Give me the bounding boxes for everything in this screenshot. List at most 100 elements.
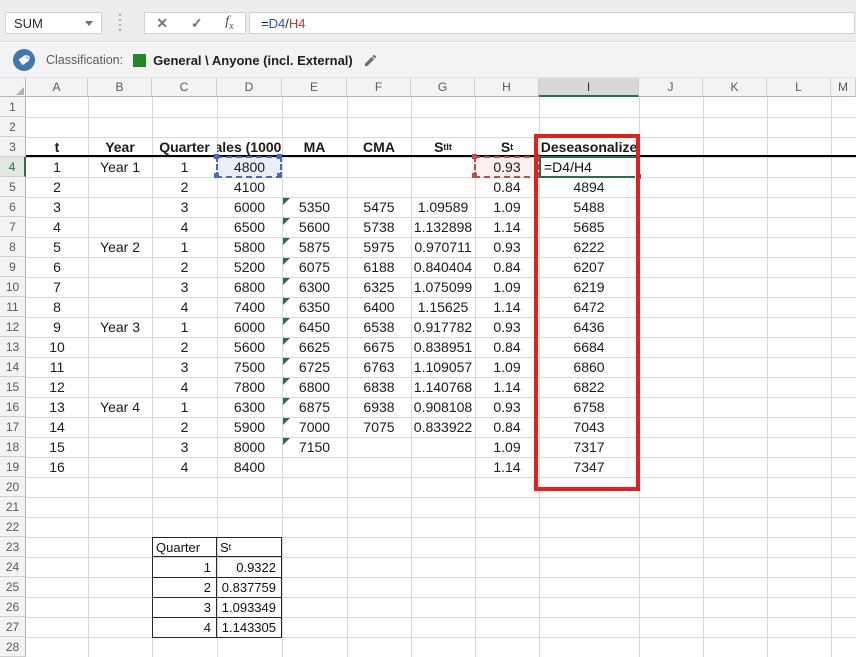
header-cell-t[interactable]: t [26,137,88,157]
cell-G16[interactable]: 0.908108 [411,397,475,417]
cell-F6[interactable]: 5475 [347,197,411,217]
header-cell-stit[interactable]: StIt [411,137,475,157]
row-header-19[interactable]: 19 [0,457,26,477]
row-header-21[interactable]: 21 [0,497,26,517]
cell-B8[interactable]: Year 2 [88,237,152,257]
row-header-17[interactable]: 17 [0,417,26,437]
seasonal-cell-C26[interactable]: 3 [152,597,217,618]
cell-D12[interactable]: 6000 [217,317,282,337]
cell-H13[interactable]: 0.84 [475,337,539,357]
cell-A7[interactable]: 4 [26,217,88,237]
cell-G8[interactable]: 0.970711 [411,237,475,257]
cell-C17[interactable]: 2 [152,417,217,437]
row-header-8[interactable]: 8 [0,237,26,257]
cell-G15[interactable]: 1.140768 [411,377,475,397]
cell-D18[interactable]: 8000 [217,437,282,457]
cell-A8[interactable]: 5 [26,237,88,257]
cell-C6[interactable]: 3 [152,197,217,217]
row-header-3[interactable]: 3 [0,137,26,157]
row-header-22[interactable]: 22 [0,517,26,537]
seasonal-cell-D24[interactable]: 0.9322 [217,557,282,578]
row-header-7[interactable]: 7 [0,217,26,237]
row-header-4[interactable]: 4 [0,157,26,177]
cell-A12[interactable]: 9 [26,317,88,337]
cell-H6[interactable]: 1.09 [475,197,539,217]
row-header-5[interactable]: 5 [0,177,26,197]
column-header-F[interactable]: F [347,78,411,97]
cell-E16[interactable]: 6875 [282,397,347,417]
cell-C8[interactable]: 1 [152,237,217,257]
seasonal-cell-D27[interactable]: 1.143305 [217,617,282,638]
cell-G7[interactable]: 1.132898 [411,217,475,237]
row-header-25[interactable]: 25 [0,577,26,597]
cell-G6[interactable]: 1.09589 [411,197,475,217]
h4-reference-handle[interactable] [472,154,477,159]
cell-D11[interactable]: 7400 [217,297,282,317]
cell-D15[interactable]: 7800 [217,377,282,397]
cell-A19[interactable]: 16 [26,457,88,477]
cell-C18[interactable]: 3 [152,437,217,457]
cell-H12[interactable]: 0.93 [475,317,539,337]
edit-classification-icon[interactable] [363,53,378,68]
cell-H10[interactable]: 1.09 [475,277,539,297]
cell-B16[interactable]: Year 4 [88,397,152,417]
cell-H5[interactable]: 0.84 [475,177,539,197]
cell-G9[interactable]: 0.840404 [411,257,475,277]
row-header-15[interactable]: 15 [0,377,26,397]
cell-A4[interactable]: 1 [26,157,88,177]
row-header-1[interactable]: 1 [0,97,26,117]
cell-A15[interactable]: 12 [26,377,88,397]
cell-H16[interactable]: 0.93 [475,397,539,417]
row-header-18[interactable]: 18 [0,437,26,457]
cell-B12[interactable]: Year 3 [88,317,152,337]
cell-C13[interactable]: 2 [152,337,217,357]
cell-H8[interactable]: 0.93 [475,237,539,257]
row-header-28[interactable]: 28 [0,637,26,657]
cell-E13[interactable]: 6625 [282,337,347,357]
column-header-E[interactable]: E [282,78,347,97]
header-cell-st[interactable]: St [475,137,539,157]
cell-B4[interactable]: Year 1 [88,157,152,177]
cell-C14[interactable]: 3 [152,357,217,377]
cell-F15[interactable]: 6838 [347,377,411,397]
cell-F12[interactable]: 6538 [347,317,411,337]
cell-C5[interactable]: 2 [152,177,217,197]
cell-F9[interactable]: 6188 [347,257,411,277]
cell-C7[interactable]: 4 [152,217,217,237]
row-header-2[interactable]: 2 [0,117,26,137]
row-header-26[interactable]: 26 [0,597,26,617]
cell-F7[interactable]: 5738 [347,217,411,237]
cell-C9[interactable]: 2 [152,257,217,277]
column-header-H[interactable]: H [475,78,539,97]
insert-function-icon[interactable]: fx [225,15,233,32]
cell-H15[interactable]: 1.14 [475,377,539,397]
cell-A11[interactable]: 8 [26,297,88,317]
cell-F17[interactable]: 7075 [347,417,411,437]
cell-G11[interactable]: 1.15625 [411,297,475,317]
cancel-icon[interactable]: ✕ [156,16,168,30]
cell-C10[interactable]: 3 [152,277,217,297]
d4-reference-handle[interactable] [277,173,282,178]
seasonal-cell-C25[interactable]: 2 [152,577,217,598]
cell-D8[interactable]: 5800 [217,237,282,257]
cell-E6[interactable]: 5350 [282,197,347,217]
enter-icon[interactable]: ✓ [191,16,203,30]
row-header-20[interactable]: 20 [0,477,26,497]
cell-A6[interactable]: 3 [26,197,88,217]
cell-F10[interactable]: 6325 [347,277,411,297]
cell-A18[interactable]: 15 [26,437,88,457]
cell-E9[interactable]: 6075 [282,257,347,277]
header-cell-ma[interactable]: MA [282,137,347,157]
column-header-M[interactable]: M [831,78,856,97]
cell-H14[interactable]: 1.09 [475,357,539,377]
header-cell-year[interactable]: Year [88,137,152,157]
cell-E7[interactable]: 5600 [282,217,347,237]
column-header-J[interactable]: J [639,78,703,97]
cell-E11[interactable]: 6350 [282,297,347,317]
h4-reference-handle[interactable] [472,173,477,178]
header-cell-quarter[interactable]: Quarter [152,137,217,157]
seasonal-header-st[interactable]: St [217,537,282,557]
cell-C11[interactable]: 4 [152,297,217,317]
cell-H7[interactable]: 1.14 [475,217,539,237]
row-header-6[interactable]: 6 [0,197,26,217]
